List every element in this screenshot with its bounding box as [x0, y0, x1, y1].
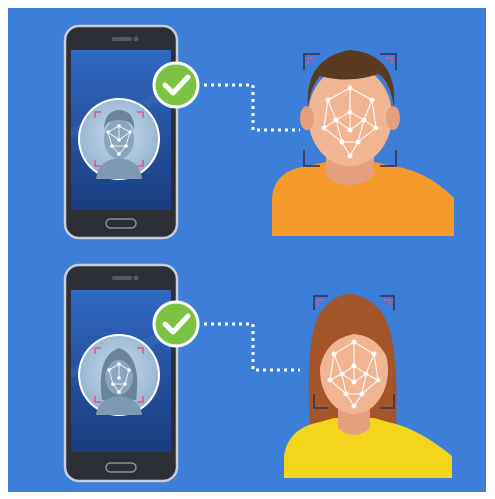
checkmark-circle-icon	[152, 61, 200, 109]
dotted-connector	[204, 322, 300, 372]
dotted-connector	[204, 83, 300, 132]
row-female	[63, 263, 452, 483]
checkmark-circle-icon	[152, 300, 200, 348]
row-male	[63, 24, 454, 240]
illustration-panel	[8, 8, 486, 492]
female-face-scan-icon	[78, 334, 160, 416]
male-face-scan-icon	[78, 98, 160, 180]
female-person-face-mesh	[284, 294, 452, 478]
male-person-face-mesh	[272, 50, 454, 236]
